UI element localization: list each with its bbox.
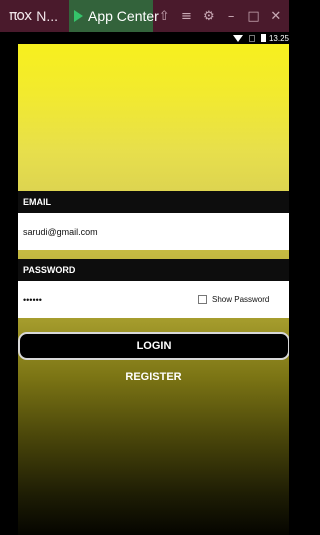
shirt-icon[interactable]: ⇧ bbox=[155, 9, 173, 24]
gear-icon[interactable]: ⚙ bbox=[200, 9, 218, 24]
password-label: PASSWORD bbox=[18, 259, 289, 281]
login-button[interactable]: LOGIN bbox=[18, 332, 289, 360]
login-screen: EMAIL PASSWORD •••••• Show Password LOGI… bbox=[18, 44, 289, 535]
tab-app-center-label: App Center bbox=[88, 8, 159, 24]
nox-logo: ποx bbox=[9, 8, 32, 24]
battery-icon bbox=[260, 34, 266, 42]
emulator-window: ποx N... App Center ⇧ ≡ ⚙ – □ ✕ 13.25 EM… bbox=[0, 0, 289, 535]
maximize-icon[interactable]: □ bbox=[244, 9, 262, 24]
close-icon[interactable]: ✕ bbox=[267, 9, 285, 24]
show-password-checkbox[interactable] bbox=[198, 295, 207, 304]
tab-nox[interactable]: ποx N... bbox=[0, 0, 69, 32]
show-password-toggle[interactable]: Show Password bbox=[198, 295, 269, 304]
password-field-row[interactable]: •••••• Show Password bbox=[18, 281, 289, 318]
email-field-row[interactable] bbox=[18, 213, 289, 250]
tab-nox-label: N... bbox=[36, 8, 59, 24]
wifi-icon bbox=[232, 34, 243, 42]
android-status-bar: 13.25 bbox=[0, 32, 289, 44]
register-button[interactable]: REGISTER bbox=[18, 368, 289, 386]
email-field[interactable] bbox=[23, 226, 193, 237]
status-time: 13.25 bbox=[268, 33, 289, 43]
menu-icon[interactable]: ≡ bbox=[177, 9, 195, 24]
password-field[interactable]: •••••• bbox=[23, 295, 198, 305]
tab-app-center[interactable]: App Center bbox=[69, 0, 159, 32]
show-password-label: Show Password bbox=[212, 295, 270, 304]
email-label: EMAIL bbox=[18, 191, 289, 213]
signal-icon bbox=[248, 34, 255, 42]
minimize-icon[interactable]: – bbox=[222, 9, 240, 24]
play-icon bbox=[74, 10, 83, 22]
window-controls: ⇧ ≡ ⚙ – □ ✕ bbox=[153, 9, 289, 24]
emulator-title-bar: ποx N... App Center ⇧ ≡ ⚙ – □ ✕ bbox=[0, 0, 289, 32]
